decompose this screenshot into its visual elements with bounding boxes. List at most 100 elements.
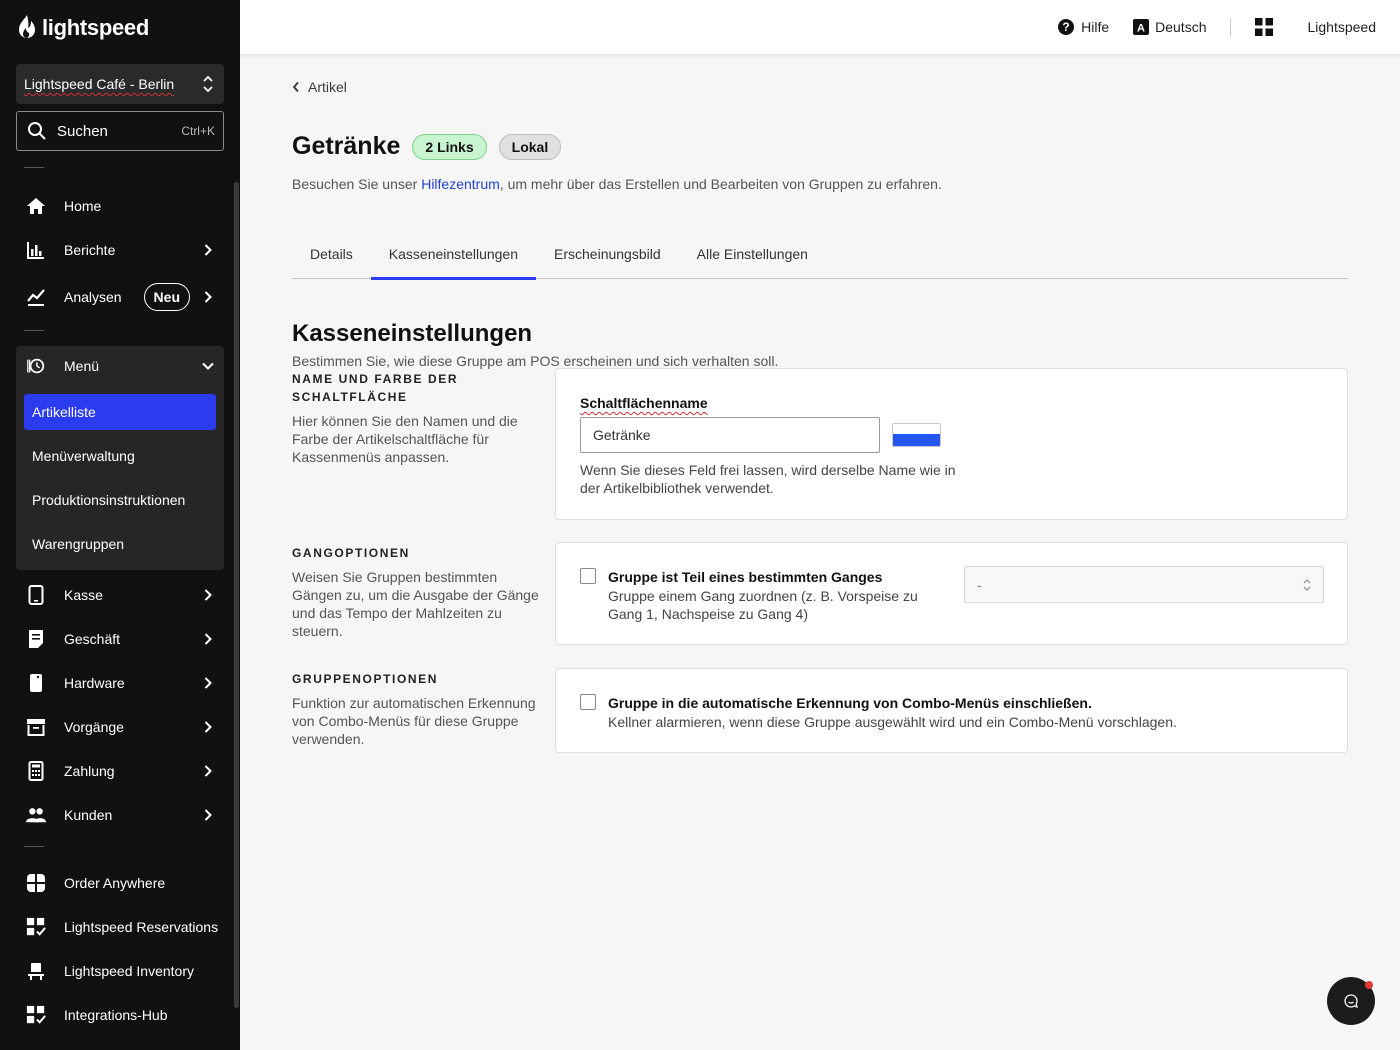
sidebar-item-label: Zahlung	[64, 763, 115, 779]
svg-text:A: A	[1137, 23, 1145, 35]
combo-checkbox[interactable]	[580, 694, 596, 710]
help-center-link[interactable]: Hilfezentrum	[421, 176, 500, 192]
sidebar-item-label: Berichte	[64, 242, 116, 258]
venue-name: Lightspeed Café - Berlin	[24, 76, 175, 92]
sidebar-item-integrations-hub[interactable]: Integrations-Hub	[16, 995, 224, 1035]
course-checkbox-description: Gruppe einem Gang zuordnen (z. B. Vorspe…	[608, 588, 918, 622]
sidebar-item-analysen[interactable]: Analysen Neu	[16, 277, 224, 317]
sidebar-item-label: Vorgänge	[64, 719, 124, 735]
sidebar-divider	[24, 330, 44, 331]
sidebar-item-menu[interactable]: Menü	[16, 346, 224, 386]
sidebar: lightspeed Lightspeed Café - Berlin Such…	[0, 0, 240, 1050]
apps-grid-icon	[1255, 18, 1274, 36]
sidebar-item-zahlung[interactable]: Zahlung	[16, 751, 224, 791]
chevron-right-icon	[198, 765, 218, 777]
button-name-input[interactable]: Getränke	[580, 417, 880, 453]
menu-submenu-group: Menü Artikelliste Menüverwaltung Produkt…	[16, 346, 224, 570]
language-label: Deutsch	[1155, 19, 1207, 35]
sidebar-item-label: Order Anywhere	[64, 875, 166, 891]
chat-icon	[1344, 994, 1358, 1009]
color-picker[interactable]	[892, 423, 941, 447]
sidebar-item-inventory[interactable]: Lightspeed Inventory	[16, 951, 224, 991]
updown-chevron-icon	[1303, 578, 1311, 591]
sidebar-item-geschaeft[interactable]: Geschäft	[16, 619, 224, 659]
help-text-suffix: , um mehr über das Erstellen und Bearbei…	[499, 176, 942, 192]
sidebar-item-label: Lightspeed Inventory	[64, 963, 194, 979]
search-field[interactable]: Suchen Ctrl+K	[16, 111, 224, 151]
chevron-right-icon	[198, 244, 218, 256]
button-settings-card: Schaltflächenname Getränke Wenn Sie dies…	[555, 368, 1348, 520]
sidebar-item-label: Geschäft	[64, 631, 121, 647]
course-checkbox[interactable]	[580, 568, 596, 584]
sidebar-divider	[24, 846, 44, 847]
button-block-description: Hier können Sie den Namen und die Farbe …	[292, 413, 518, 465]
chevron-right-icon	[198, 633, 218, 645]
chat-button[interactable]	[1327, 977, 1375, 1025]
help-icon: ?	[1058, 19, 1075, 35]
tab-alle-einstellungen[interactable]: Alle Einstellungen	[679, 240, 826, 279]
course-checkbox-title: Gruppe ist Teil eines bestimmten Ganges	[608, 569, 883, 585]
sidebar-subitem-menueverwaltung[interactable]: Menüverwaltung	[24, 438, 216, 474]
sidebar-item-reservations[interactable]: Lightspeed Reservations	[16, 907, 224, 947]
inventory-icon	[26, 961, 46, 981]
venue-selector[interactable]: Lightspeed Café - Berlin	[16, 64, 224, 104]
tab-kasseneinstellungen[interactable]: Kasseneinstellungen	[370, 240, 537, 280]
section-title: Kasseneinstellungen	[292, 320, 533, 347]
tab-erscheinungsbild[interactable]: Erscheinungsbild	[536, 240, 679, 279]
language-button[interactable]: A Deutsch	[1133, 19, 1206, 35]
notification-dot	[1365, 981, 1373, 989]
sidebar-item-vorgaenge[interactable]: Vorgänge	[16, 707, 224, 747]
combo-checkbox-title: Gruppe in die automatische Erkennung von…	[608, 695, 1092, 711]
chevron-right-icon	[198, 589, 218, 601]
tablet-icon	[26, 585, 46, 605]
sidebar-item-label: Hardware	[64, 675, 125, 691]
tab-bar: Details Kasseneinstellungen Erscheinungs…	[292, 240, 1348, 280]
help-text-prefix: Besuchen Sie unser	[292, 176, 422, 192]
new-badge: Neu	[143, 283, 190, 311]
course-settings-card: Gruppe ist Teil eines bestimmten Ganges …	[555, 542, 1348, 645]
back-link[interactable]: Artikel	[292, 79, 347, 95]
sidebar-item-label: Analysen	[64, 289, 122, 305]
bar-chart-icon	[26, 240, 46, 260]
order-anywhere-icon	[26, 873, 46, 893]
sidebar-divider	[24, 167, 44, 168]
reservations-icon	[26, 917, 46, 937]
sidebar-item-kasse[interactable]: Kasse	[16, 575, 224, 615]
sidebar-subitem-warengruppen[interactable]: Warengruppen	[24, 526, 216, 562]
sidebar-item-label: Home	[64, 198, 102, 214]
flame-icon	[19, 15, 35, 38]
integrations-icon	[26, 1005, 46, 1025]
top-bar: ? Hilfe A Deutsch Lightspeed	[240, 0, 1400, 54]
lightspeed-logo[interactable]: lightspeed	[16, 14, 149, 42]
course-select[interactable]: -	[964, 566, 1324, 603]
course-select-value: -	[977, 576, 982, 593]
help-button[interactable]: ? Hilfe	[1057, 18, 1109, 36]
sidebar-subitem-artikelliste[interactable]: Artikelliste	[24, 394, 216, 430]
sidebar-item-order-anywhere[interactable]: Order Anywhere	[16, 863, 224, 903]
sidebar-subitem-produktionsinstruktionen[interactable]: Produktionsinstruktionen	[24, 482, 216, 518]
links-badge[interactable]: 2 Links	[412, 133, 487, 160]
account-menu[interactable]: Lightspeed	[1307, 19, 1376, 35]
title-row: Getränke 2 Links Lokal	[292, 132, 562, 161]
chevron-right-icon	[198, 291, 218, 303]
apps-button[interactable]	[1255, 18, 1274, 36]
sidebar-item-label: Kunden	[64, 807, 113, 823]
chevron-down-icon	[198, 362, 218, 370]
chevron-left-icon	[292, 81, 299, 93]
updown-chevron-icon	[203, 75, 213, 93]
group-block-heading: GRUPPENOPTIONEN	[292, 672, 439, 686]
sidebar-scrollbar[interactable]	[234, 182, 239, 1008]
button-name-label: Schaltflächenname	[580, 395, 708, 411]
menu-book-icon	[26, 356, 46, 376]
search-icon	[28, 122, 46, 140]
brand-name: lightspeed	[42, 15, 150, 40]
group-settings-card: Gruppe in die automatische Erkennung von…	[555, 668, 1348, 753]
tab-details[interactable]: Details	[292, 240, 371, 279]
account-label: Lightspeed	[1307, 19, 1376, 35]
sidebar-item-kunden[interactable]: Kunden	[16, 795, 224, 835]
sidebar-item-hardware[interactable]: Hardware	[16, 663, 224, 703]
help-text: Besuchen Sie unser Hilfezentrum, um mehr…	[292, 176, 942, 192]
sidebar-item-berichte[interactable]: Berichte	[16, 230, 224, 270]
sidebar-item-home[interactable]: Home	[16, 186, 224, 226]
color-fill	[893, 434, 940, 446]
